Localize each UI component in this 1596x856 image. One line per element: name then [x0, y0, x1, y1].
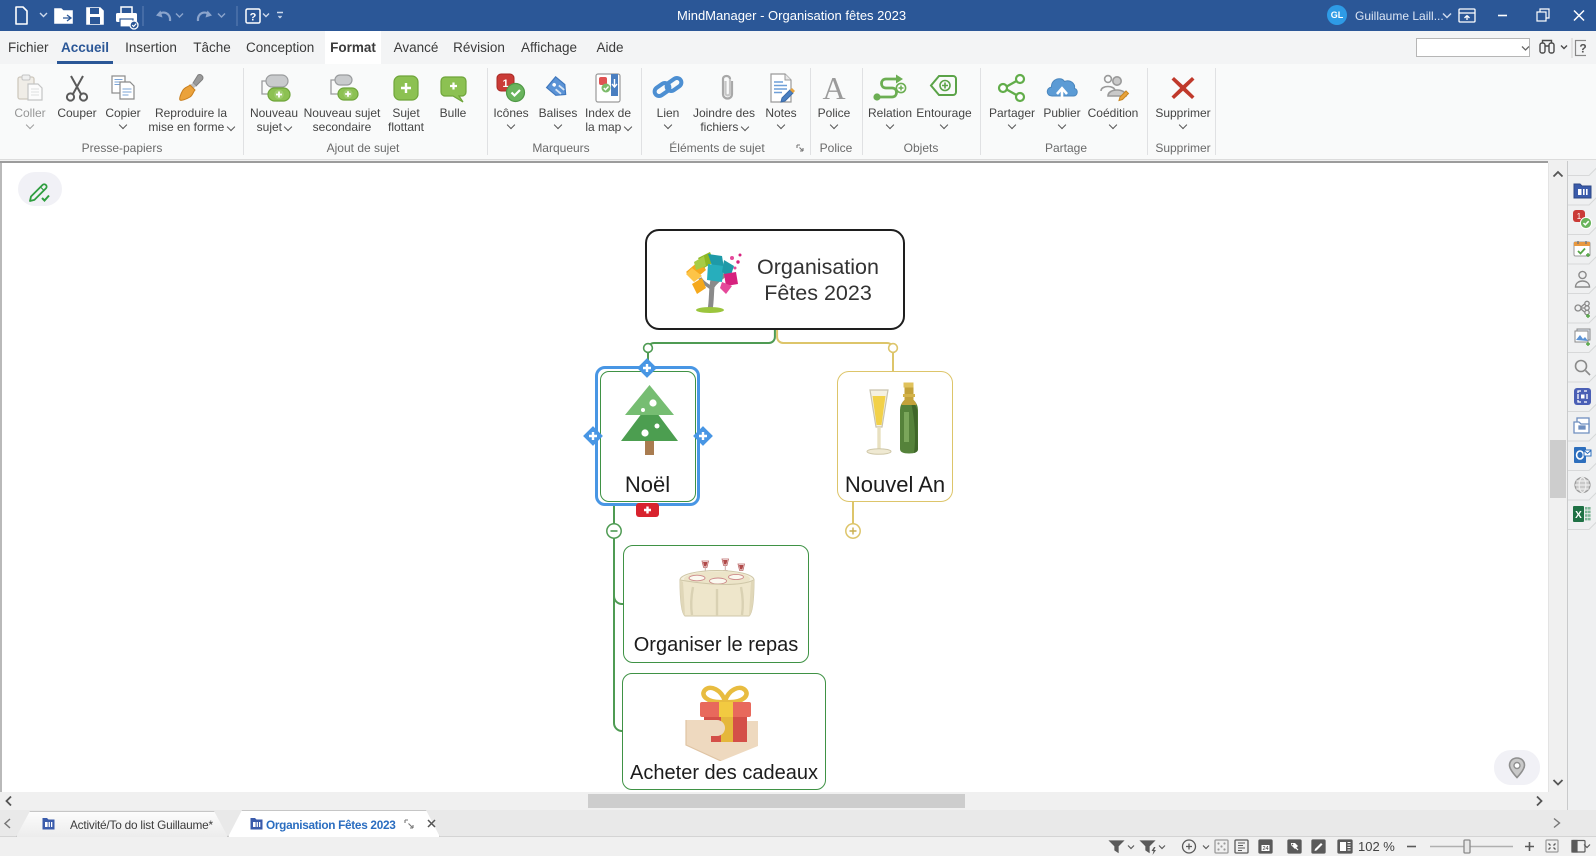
svg-text:102 %: 102 %	[1358, 839, 1395, 854]
svg-text:24: 24	[1262, 846, 1268, 852]
svg-text:?: ?	[1579, 42, 1586, 56]
svg-text:X: X	[1575, 510, 1582, 521]
svg-text:A: A	[822, 71, 845, 105]
svg-text:?: ?	[250, 12, 257, 24]
